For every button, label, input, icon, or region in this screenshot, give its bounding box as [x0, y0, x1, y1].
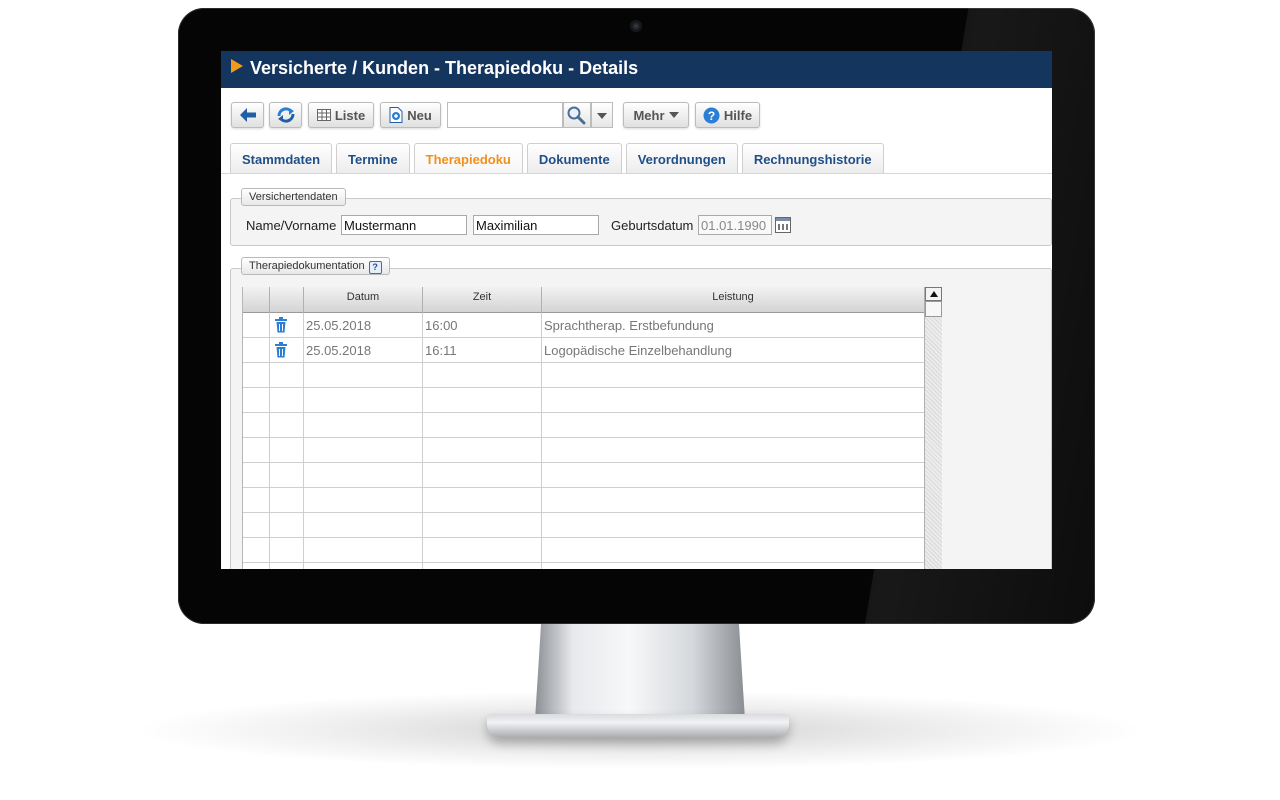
app-screen: Versicherte / Kunden - Therapiedoku - De…	[221, 51, 1052, 569]
search-icon	[567, 106, 586, 125]
birthdate-label: Geburtsdatum	[611, 218, 694, 233]
tab-dokumente[interactable]: Dokumente	[526, 143, 622, 173]
row-action-cell	[270, 338, 304, 362]
empty-table-row	[243, 388, 925, 413]
empty-table-row	[243, 463, 925, 488]
header-leistung[interactable]: Leistung	[542, 287, 925, 313]
refresh-button[interactable]	[269, 102, 302, 128]
play-arrow-icon	[231, 59, 243, 73]
question-mark-icon[interactable]: ?	[368, 261, 382, 274]
tab-stammdaten[interactable]: Stammdaten	[230, 143, 333, 173]
trash-icon[interactable]	[275, 317, 287, 333]
page-title: Versicherte / Kunden - Therapiedoku - De…	[250, 58, 639, 78]
birthdate-field[interactable]: 01.01.1990	[698, 215, 772, 235]
therapy-doc-legend-label: Therapiedokumentation	[249, 260, 365, 272]
refresh-icon	[276, 107, 295, 123]
empty-table-row	[243, 438, 925, 463]
svg-text:?: ?	[708, 109, 715, 123]
last-name-field[interactable]: Mustermann	[341, 215, 467, 235]
search-input[interactable]	[447, 102, 563, 128]
calendar-icon[interactable]	[775, 217, 791, 233]
empty-table-row	[243, 513, 925, 538]
row-time-cell: 16:11	[423, 338, 542, 362]
therapy-table: Datum Zeit Leistung 25.05.2018 16:00 Spr…	[242, 287, 925, 569]
title-bar: Versicherte / Kunden - Therapiedoku - De…	[221, 51, 1052, 88]
row-action-cell	[270, 313, 304, 337]
name-label: Name/Vorname	[246, 218, 337, 233]
row-select-cell[interactable]	[243, 338, 270, 362]
row-date-cell: 25.05.2018	[304, 313, 423, 337]
empty-table-row	[243, 363, 925, 388]
trash-icon[interactable]	[275, 342, 287, 358]
header-zeit[interactable]: Zeit	[423, 287, 542, 313]
tab-therapiedoku[interactable]: Therapiedoku	[413, 143, 523, 173]
camera-icon	[631, 21, 641, 31]
table-scrollbar[interactable]	[924, 287, 942, 569]
tab-termine[interactable]: Termine	[336, 143, 410, 173]
more-button[interactable]: Mehr	[623, 102, 689, 128]
table-header: Datum Zeit Leistung	[243, 287, 925, 313]
row-select-cell[interactable]	[243, 313, 270, 337]
therapy-doc-legend: Therapiedokumentation?	[241, 257, 390, 275]
list-button-label: Liste	[334, 107, 366, 123]
search-dropdown-button[interactable]	[591, 102, 613, 128]
empty-table-row	[243, 538, 925, 563]
chevron-down-icon	[668, 112, 679, 118]
row-date-cell: 25.05.2018	[304, 338, 423, 362]
tab-bar: Stammdaten Termine Therapiedoku Dokument…	[230, 143, 884, 173]
tab-divider	[221, 173, 1052, 174]
help-button[interactable]: ? Hilfe	[695, 102, 760, 128]
back-button[interactable]	[231, 102, 264, 128]
monitor-stand	[535, 620, 745, 720]
new-button[interactable]: Neu	[380, 102, 441, 128]
row-service-cell: Logopädische Einzelbehandlung	[542, 338, 925, 362]
first-name-field[interactable]: Maximilian	[473, 215, 599, 235]
list-button[interactable]: Liste	[308, 102, 374, 128]
row-service-cell: Sprachtherap. Erstbefundung	[542, 313, 925, 337]
header-action	[270, 287, 304, 313]
arrow-left-icon	[239, 108, 256, 122]
header-select	[243, 287, 270, 313]
monitor-stand-base	[487, 714, 789, 738]
new-document-icon	[389, 107, 403, 123]
help-icon: ?	[703, 107, 720, 123]
new-button-label: Neu	[407, 107, 432, 123]
header-datum[interactable]: Datum	[304, 287, 423, 313]
more-button-label: Mehr	[633, 107, 665, 123]
search-button[interactable]	[563, 102, 591, 128]
help-button-label: Hilfe	[723, 107, 753, 123]
empty-table-row	[243, 488, 925, 513]
table-row[interactable]: 25.05.2018 16:00 Sprachtherap. Erstbefun…	[243, 313, 925, 338]
empty-table-row	[243, 413, 925, 438]
row-time-cell: 16:00	[423, 313, 542, 337]
table-row[interactable]: 25.05.2018 16:11 Logopädische Einzelbeha…	[243, 338, 925, 363]
chevron-down-icon	[597, 113, 607, 119]
tab-verordnungen[interactable]: Verordnungen	[625, 143, 738, 173]
table-grid-icon	[316, 109, 331, 121]
scrollbar-thumb[interactable]	[925, 301, 942, 317]
empty-table-row	[243, 563, 925, 569]
insured-data-legend: Versichertendaten	[241, 188, 346, 206]
tab-rechnungshistorie[interactable]: Rechnungshistorie	[741, 143, 884, 173]
scroll-up-icon[interactable]	[925, 287, 942, 301]
